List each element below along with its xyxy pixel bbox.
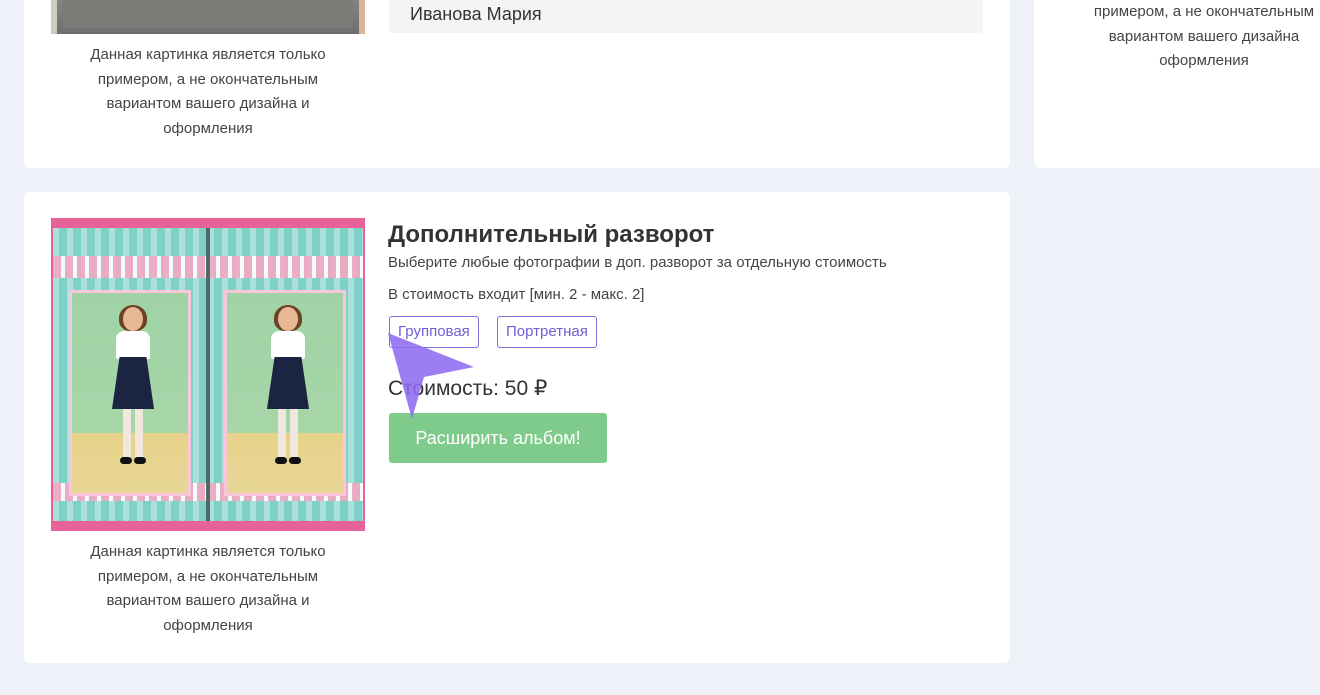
spread-page-right bbox=[208, 228, 363, 521]
image-disclaimer: Данная картинка является только примером… bbox=[90, 543, 326, 634]
tag-group-photo[interactable]: Групповая bbox=[389, 316, 479, 348]
product-title: Дополнительный разворот bbox=[388, 221, 715, 248]
extra-spread-card: Данная картинка является только примером… bbox=[24, 192, 1010, 663]
tag-portrait-photo[interactable]: Портретная bbox=[497, 316, 597, 348]
expand-album-button[interactable]: Расширить альбом! bbox=[389, 413, 607, 463]
album-item-card-side: примером, а не окончательным вариантом в… bbox=[1034, 0, 1320, 168]
spread-preview-image bbox=[51, 218, 365, 531]
spread-fold bbox=[206, 228, 210, 521]
girl-figure bbox=[263, 305, 313, 487]
student-name: Иванова Мария bbox=[410, 4, 542, 24]
image-disclaimer-side: примером, а не окончательным вариантом в… bbox=[1093, 3, 1315, 69]
photo-frame bbox=[69, 290, 191, 496]
product-description: Выберите любые фотографии в доп. разворо… bbox=[388, 254, 887, 271]
photo-frame bbox=[224, 290, 346, 496]
spread-page-left bbox=[53, 228, 208, 521]
product-price: Стоимость: 50 ₽ bbox=[388, 377, 548, 400]
included-photos-info: В стоимость входит [мин. 2 - макс. 2] bbox=[388, 286, 645, 303]
image-disclaimer: Данная картинка является только примером… bbox=[90, 46, 326, 137]
previous-item-image bbox=[51, 0, 365, 34]
student-name-field: Иванова Мария bbox=[389, 0, 983, 33]
album-item-card-previous: Иванова Мария Данная картинка является т… bbox=[24, 0, 1010, 168]
girl-figure bbox=[108, 305, 158, 487]
